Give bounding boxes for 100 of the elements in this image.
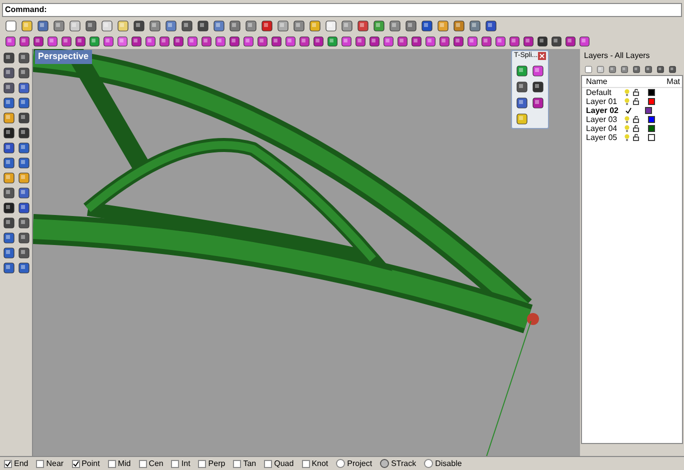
checkbox[interactable]	[36, 460, 44, 468]
tool-icon[interactable]	[522, 35, 535, 48]
tool-icon[interactable]	[16, 66, 30, 80]
tool-icon[interactable]	[356, 18, 370, 32]
lock-icon[interactable]	[633, 89, 639, 96]
checkbox[interactable]	[4, 460, 12, 468]
checkbox[interactable]	[233, 460, 242, 468]
tool-icon[interactable]	[116, 35, 129, 48]
tool-icon[interactable]	[584, 64, 593, 74]
tool-icon[interactable]	[16, 261, 30, 275]
layer-row[interactable]: Layer 04	[582, 124, 682, 133]
tool-icon[interactable]	[2, 261, 16, 275]
tool-icon[interactable]	[608, 64, 617, 74]
tool-icon[interactable]	[270, 35, 283, 48]
tool-icon[interactable]	[515, 64, 529, 78]
viewport-tab[interactable]: Perspective	[35, 50, 92, 64]
checkbox[interactable]	[108, 460, 116, 468]
lock-icon[interactable]	[633, 116, 639, 123]
tool-icon[interactable]	[420, 18, 434, 32]
lock-icon[interactable]	[633, 134, 639, 141]
tool-icon[interactable]	[468, 18, 482, 32]
tool-icon[interactable]	[74, 35, 87, 48]
tool-icon[interactable]	[438, 35, 451, 48]
tool-icon[interactable]	[2, 216, 16, 230]
layer-color-swatch[interactable]	[645, 107, 652, 114]
tool-icon[interactable]	[382, 35, 395, 48]
tool-icon[interactable]	[16, 141, 30, 155]
tool-icon[interactable]	[16, 231, 30, 245]
tool-icon[interactable]	[424, 35, 437, 48]
lock-icon[interactable]	[633, 98, 639, 105]
tool-icon[interactable]	[596, 64, 605, 74]
tool-icon[interactable]	[550, 35, 563, 48]
tool-icon[interactable]	[312, 35, 325, 48]
lock-icon[interactable]	[633, 125, 639, 132]
toggle-button[interactable]	[424, 459, 434, 468]
checkbox[interactable]	[198, 460, 206, 468]
tool-icon[interactable]	[531, 96, 545, 110]
tool-icon[interactable]	[564, 35, 577, 48]
tool-icon[interactable]	[36, 18, 50, 32]
tool-icon[interactable]	[172, 35, 185, 48]
checkbox[interactable]	[138, 460, 147, 468]
tool-icon[interactable]	[324, 18, 338, 32]
layer-row[interactable]: Layer 05	[582, 133, 682, 142]
tool-icon[interactable]	[2, 156, 16, 170]
tool-icon[interactable]	[16, 81, 30, 95]
tool-icon[interactable]	[436, 18, 450, 32]
tool-icon[interactable]	[16, 111, 30, 125]
tool-icon[interactable]	[228, 35, 241, 48]
tool-icon[interactable]	[2, 246, 16, 260]
tool-icon[interactable]	[164, 18, 178, 32]
tool-icon[interactable]	[20, 18, 34, 32]
tool-icon[interactable]	[2, 66, 16, 80]
checkbox[interactable]	[302, 460, 310, 468]
tool-icon[interactable]	[132, 18, 146, 32]
tool-icon[interactable]	[2, 111, 16, 125]
tool-icon[interactable]	[531, 80, 545, 94]
tool-icon[interactable]	[515, 96, 529, 110]
tool-icon[interactable]	[32, 35, 45, 48]
tool-icon[interactable]	[531, 64, 545, 78]
tool-icon[interactable]	[656, 64, 665, 74]
tool-icon[interactable]	[2, 231, 16, 245]
checkbox[interactable]	[72, 460, 80, 468]
tool-icon[interactable]	[2, 96, 16, 110]
tool-icon[interactable]	[484, 18, 498, 32]
tool-icon[interactable]	[102, 35, 115, 48]
tool-icon[interactable]	[212, 18, 226, 32]
tool-icon[interactable]	[116, 18, 130, 32]
layer-row[interactable]: Layer 03	[582, 115, 682, 124]
tool-icon[interactable]	[632, 64, 641, 74]
layer-color-swatch[interactable]	[648, 125, 655, 132]
layer-row[interactable]: Layer 01	[582, 97, 682, 106]
tool-icon[interactable]	[16, 156, 30, 170]
layer-color-swatch[interactable]	[648, 134, 655, 141]
tool-icon[interactable]	[16, 246, 30, 260]
tool-icon[interactable]	[298, 35, 311, 48]
tool-icon[interactable]	[244, 18, 258, 32]
tool-icon[interactable]	[410, 35, 423, 48]
tool-icon[interactable]	[256, 35, 269, 48]
tool-icon[interactable]	[186, 35, 199, 48]
tool-icon[interactable]	[452, 18, 466, 32]
tool-icon[interactable]	[620, 64, 629, 74]
tool-icon[interactable]	[2, 186, 16, 200]
layer-color-swatch[interactable]	[648, 98, 655, 105]
tool-icon[interactable]	[515, 80, 529, 94]
tool-icon[interactable]	[2, 171, 16, 185]
tool-icon[interactable]	[242, 35, 255, 48]
tool-icon[interactable]	[508, 35, 521, 48]
tool-icon[interactable]	[52, 18, 66, 32]
tool-icon[interactable]	[292, 18, 306, 32]
tool-icon[interactable]	[18, 35, 31, 48]
tool-icon[interactable]	[16, 186, 30, 200]
tool-icon[interactable]	[2, 51, 16, 65]
tool-icon[interactable]	[214, 35, 227, 48]
tool-icon[interactable]	[84, 18, 98, 32]
tool-icon[interactable]	[368, 35, 381, 48]
tool-icon[interactable]	[326, 35, 339, 48]
tool-icon[interactable]	[46, 35, 59, 48]
tool-icon[interactable]	[536, 35, 549, 48]
tool-icon[interactable]	[148, 18, 162, 32]
tool-icon[interactable]	[68, 18, 82, 32]
